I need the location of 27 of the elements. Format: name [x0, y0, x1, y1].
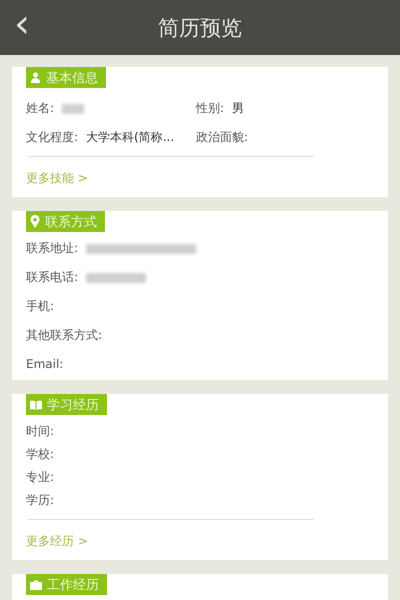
location-pin-icon	[30, 215, 40, 228]
back-button[interactable]: ‹	[14, 4, 30, 44]
field-label: 政治面貌:	[196, 129, 248, 146]
section-title: 基本信息	[46, 70, 98, 86]
section-title: 学习经历	[47, 396, 99, 414]
field-label: 性别:	[196, 100, 224, 117]
field-label: 手机:	[26, 298, 54, 315]
section-title: 联系方式	[45, 214, 97, 230]
field-label: 文化程度:	[26, 129, 78, 146]
field-label: 时间:	[26, 423, 54, 440]
person-icon	[30, 72, 41, 83]
field-label: 其他联系方式:	[26, 327, 102, 344]
field-label: 学历:	[26, 492, 54, 509]
page-title: 简历预览	[158, 14, 242, 42]
section-title: 工作经历	[47, 576, 99, 594]
field-value: 男	[232, 100, 244, 117]
field-label: 专业:	[26, 469, 54, 486]
more-link[interactable]: 更多经历 >	[26, 533, 88, 550]
field-label: 联系地址:	[26, 240, 78, 257]
more-link[interactable]: 更多技能 >	[26, 170, 88, 187]
book-icon	[30, 400, 42, 410]
field-label: 联系电话:	[26, 269, 78, 286]
field-label: Email:	[26, 357, 64, 371]
briefcase-icon	[30, 580, 42, 590]
field-label: 学校:	[26, 446, 54, 463]
field-label: 姓名:	[26, 100, 54, 117]
field-value: 大学本科(简称...	[86, 129, 174, 146]
